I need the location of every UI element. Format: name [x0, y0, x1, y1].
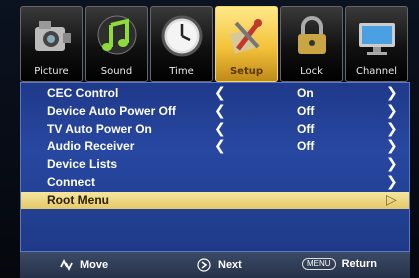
menu-tab-bar: Picture Sound Time Setup Lock Channel: [20, 6, 410, 82]
menu-item-label: Root Menu: [47, 193, 109, 207]
menu-item-label: Connect: [47, 175, 95, 189]
tab-channel[interactable]: Channel: [345, 6, 408, 82]
tab-lock[interactable]: Lock: [280, 6, 343, 82]
menu-item-value: Off: [297, 122, 315, 136]
tv-menu-screen: Picture Sound Time Setup Lock Channel CE…: [0, 0, 419, 278]
circle-right-arrow-icon: [197, 258, 211, 272]
right-arrow-outline-icon[interactable]: ▷: [386, 191, 397, 208]
footer-next-hint: Next: [196, 258, 242, 272]
menu-item-label: Audio Receiver: [47, 139, 135, 153]
camera-icon: [35, 21, 71, 51]
right-arrow-icon[interactable]: ❯: [386, 102, 398, 119]
menu-item-cec-control[interactable]: CEC Control ❮ On ❯: [21, 84, 409, 102]
menu-item-label: Device Auto Power Off: [47, 104, 176, 118]
menu-item-label: Device Lists: [47, 157, 118, 171]
menu-item-value: Off: [297, 104, 315, 118]
right-arrow-icon[interactable]: ❯: [386, 120, 398, 137]
menu-item-root-menu[interactable]: Root Menu ▷: [21, 191, 409, 209]
tab-label: Picture: [34, 66, 69, 77]
menu-item-audio-receiver[interactable]: Audio Receiver ❮ Off ❯: [21, 137, 409, 155]
menu-item-value: Off: [297, 139, 315, 153]
wrench-tools-icon: [229, 19, 262, 54]
tab-label: Lock: [300, 66, 323, 77]
up-down-arrows-icon: [60, 258, 73, 272]
right-arrow-icon[interactable]: ❯: [386, 173, 398, 190]
tab-picture[interactable]: Picture: [20, 6, 83, 82]
next-label: Next: [218, 259, 242, 271]
footer-return-hint: MENU Return: [302, 258, 377, 270]
menu-item-device-auto-power-off[interactable]: Device Auto Power Off ❮ Off ❯: [21, 102, 409, 120]
monitor-icon: [359, 23, 395, 55]
left-arrow-icon[interactable]: ❮: [214, 137, 226, 154]
setup-menu-panel: CEC Control ❮ On ❯ Device Auto Power Off…: [20, 82, 410, 252]
music-note-icon: [97, 15, 137, 55]
help-footer: Move Next MENU Return: [20, 252, 410, 278]
tab-label: Setup: [229, 66, 264, 77]
padlock-icon: [298, 16, 326, 54]
tab-label: Time: [169, 66, 194, 77]
left-arrow-icon[interactable]: ❮: [214, 102, 226, 119]
right-arrow-icon[interactable]: ❯: [386, 84, 398, 101]
footer-move-hint: Move: [58, 258, 108, 272]
clock-icon: [161, 15, 203, 57]
tab-label: Channel: [355, 66, 398, 77]
tab-label: Sound: [100, 66, 133, 77]
menu-item-tv-auto-power-on[interactable]: TV Auto Power On ❮ Off ❯: [21, 120, 409, 138]
menu-item-value: On: [297, 86, 314, 100]
move-label: Move: [80, 259, 109, 271]
menu-item-label: TV Auto Power On: [47, 122, 152, 136]
right-arrow-icon[interactable]: ❯: [386, 137, 398, 154]
return-label: Return: [341, 258, 378, 270]
tab-setup[interactable]: Setup: [215, 6, 278, 82]
menu-item-device-lists[interactable]: Device Lists ❯: [21, 155, 409, 173]
left-arrow-icon[interactable]: ❮: [214, 84, 226, 101]
menu-item-label: CEC Control: [47, 86, 119, 100]
left-arrow-icon[interactable]: ❮: [214, 120, 226, 137]
tab-time[interactable]: Time: [150, 6, 213, 82]
menu-item-connect[interactable]: Connect ❯: [21, 173, 409, 191]
menu-key-icon: MENU: [302, 258, 336, 270]
right-arrow-icon[interactable]: ❯: [386, 155, 398, 172]
tab-sound[interactable]: Sound: [85, 6, 148, 82]
